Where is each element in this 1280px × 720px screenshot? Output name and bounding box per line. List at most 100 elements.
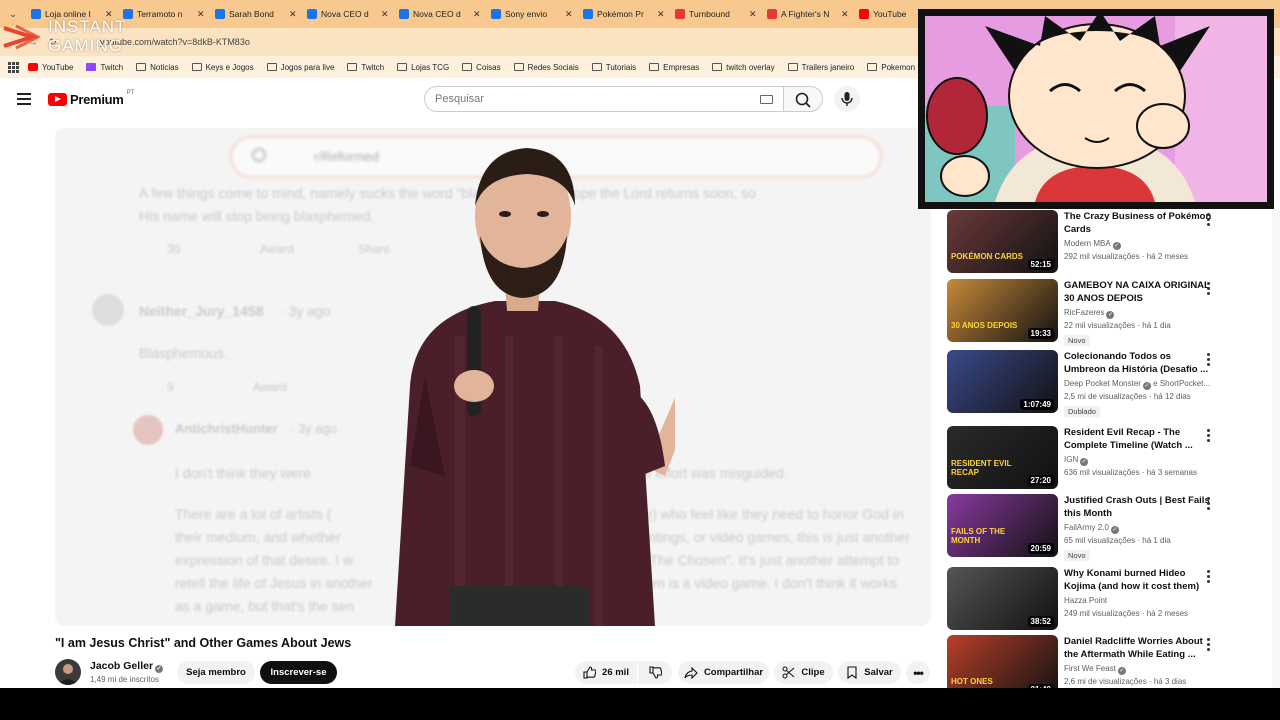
scrollbar[interactable]	[1272, 210, 1280, 688]
more-actions-button[interactable]: •••	[906, 661, 930, 684]
bookmark-item[interactable]: YouTube	[28, 63, 73, 72]
video-thumbnail[interactable]: FAILS OF THE MONTH 20:59	[947, 494, 1058, 557]
tab-close-icon[interactable]: ✕	[657, 9, 665, 20]
bookmark-item[interactable]: Keys e Jogos	[191, 63, 254, 72]
keyboard-icon[interactable]	[760, 95, 773, 104]
related-video-channel[interactable]: Modern MBA ✓	[1064, 239, 1121, 250]
related-video-item[interactable]: HOT ONES 21:40 Daniel Radcliffe Worries Ab…	[947, 635, 1237, 688]
clip-button[interactable]: Clipe	[774, 661, 833, 684]
related-video-title[interactable]: Justified Crash Outs | Best Fails this M…	[1064, 494, 1214, 520]
search-input[interactable]: Pesquisar	[424, 86, 784, 112]
voice-search-button[interactable]	[834, 86, 860, 112]
dislike-button[interactable]	[638, 661, 672, 684]
browser-tab[interactable]: Sony envio ✕	[486, 3, 578, 25]
bookmark-item[interactable]: Trailers janeiro	[787, 63, 854, 72]
related-video-channel[interactable]: IGN ✓	[1064, 455, 1089, 466]
bookmark-item[interactable]: Empresas	[649, 63, 699, 72]
related-video-item[interactable]: RESIDENT EVIL RECAP 27:20 Resident Evil Re…	[947, 426, 1237, 492]
tab-title: A Fighter's N	[781, 9, 830, 19]
video-thumbnail[interactable]: 30 ANOS DEPOIS 19:33	[947, 279, 1058, 342]
related-video-channel[interactable]: FailArmy 2.0 ✓	[1064, 523, 1119, 534]
related-video-channel[interactable]: Deep Pocket Monster ✓ e ShortPocket...	[1064, 379, 1210, 390]
more-options-icon[interactable]	[1207, 429, 1210, 442]
video-player[interactable]: r/Reformed reformed A few things come to…	[55, 128, 931, 626]
browser-tab[interactable]: Pokémon Pr ✕	[578, 3, 670, 25]
related-video-item[interactable]: POKÉMON CARDS 52:15 The Crazy Business of …	[947, 210, 1237, 276]
bookmark-item[interactable]: Redes Sociais	[513, 63, 579, 72]
tab-close-icon[interactable]: ✕	[289, 9, 297, 20]
tab-title: Turnbound	[689, 9, 730, 19]
browser-tab[interactable]: Sarah Bond ✕	[210, 3, 302, 25]
browser-tab[interactable]: Turnbound ✕	[670, 3, 762, 25]
related-video-title[interactable]: Daniel Radcliffe Worries About the After…	[1064, 635, 1214, 661]
channel-name[interactable]: Jacob Geller ✓	[90, 660, 164, 673]
tab-title: Nova CEO d	[321, 9, 369, 19]
related-video-title[interactable]: Resident Evil Recap - The Complete Timel…	[1064, 426, 1214, 452]
related-video-title[interactable]: Colecionando Todos os Umbreon da Históri…	[1064, 350, 1214, 376]
thumbnail-text: HOT ONES	[951, 677, 993, 686]
bookmark-item[interactable]: Coisas	[462, 63, 501, 72]
tab-close-icon[interactable]: ✕	[565, 9, 573, 20]
video-bg-time: · 3y ago	[290, 421, 337, 436]
related-video-item[interactable]: 38:52 Why Konami burned Hideo Kojima (and…	[947, 567, 1237, 633]
tab-close-icon[interactable]: ✕	[473, 9, 481, 20]
apps-grid-icon[interactable]	[8, 62, 19, 73]
related-video-item[interactable]: FAILS OF THE MONTH 20:59 Justified Crash O…	[947, 494, 1237, 561]
bookmark-item[interactable]: Pokemon	[867, 63, 915, 72]
related-video-channel[interactable]: First We Feast ✓	[1064, 664, 1126, 675]
more-options-icon[interactable]	[1207, 213, 1210, 226]
share-button[interactable]: Compartilhar	[678, 661, 769, 684]
tab-favicon-icon	[675, 9, 685, 19]
video-duration: 21:40	[1027, 684, 1054, 688]
menu-icon[interactable]	[17, 93, 31, 105]
video-thumbnail[interactable]: 38:52	[947, 567, 1058, 630]
tab-close-icon[interactable]: ✕	[749, 9, 757, 20]
related-video-title[interactable]: GAMEBOY NA CAIXA ORIGINAL 30 ANOS DEPOIS	[1064, 279, 1214, 305]
related-video-title[interactable]: Why Konami burned Hideo Kojima (and how …	[1064, 567, 1214, 593]
bookmark-item[interactable]: Jogos para live	[266, 63, 334, 72]
video-thumbnail[interactable]: 1:07:49	[947, 350, 1058, 413]
bookmark-item[interactable]: Lojas TCG	[397, 63, 449, 72]
like-count: 26 mil	[602, 667, 629, 678]
browser-tab[interactable]: Nova CEO d ✕	[302, 3, 394, 25]
bookmark-label: YouTube	[42, 62, 74, 72]
search-button[interactable]	[783, 86, 823, 112]
youtube-icon	[28, 63, 38, 71]
tab-close-icon[interactable]: ✕	[197, 9, 205, 20]
video-thumbnail[interactable]: HOT ONES 21:40	[947, 635, 1058, 688]
browser-tab[interactable]: A Fighter's N ✕	[762, 3, 854, 25]
tab-close-icon[interactable]: ✕	[381, 9, 389, 20]
related-video-item[interactable]: 30 ANOS DEPOIS 19:33 GAMEBOY NA CAIXA ORIG…	[947, 279, 1237, 346]
more-options-icon[interactable]	[1207, 282, 1210, 295]
more-options-icon[interactable]	[1207, 497, 1210, 510]
related-video-item[interactable]: 1:07:49 Colecionando Todos os Umbreon da …	[947, 350, 1237, 417]
save-button[interactable]: Salvar	[838, 661, 901, 684]
bookmark-item[interactable]: Noticias	[136, 63, 179, 72]
browser-tab[interactable]: Nova CEO d ✕	[394, 3, 486, 25]
tab-close-icon[interactable]: ✕	[841, 9, 849, 20]
video-bg-text: There are a lot of artists (	[175, 506, 332, 522]
tab-favicon-icon	[583, 9, 593, 19]
more-options-icon[interactable]	[1207, 570, 1210, 583]
folder-icon	[266, 63, 277, 71]
bookmark-label: Lojas TCG	[411, 62, 450, 72]
more-options-icon[interactable]	[1207, 638, 1210, 651]
video-thumbnail[interactable]: RESIDENT EVIL RECAP 27:20	[947, 426, 1058, 489]
search-placeholder: Pesquisar	[435, 93, 484, 105]
related-video-channel[interactable]: Hazza Point	[1064, 596, 1107, 605]
bookmark-item[interactable]: Tutoriais	[591, 63, 636, 72]
subscribe-button[interactable]: Inscrever-se	[260, 661, 337, 684]
bookmark-item[interactable]: Twitch	[86, 63, 123, 72]
related-video-title[interactable]: The Crazy Business of Pokémon Cards	[1064, 210, 1214, 236]
channel-avatar[interactable]	[55, 659, 81, 685]
folder-icon	[397, 63, 408, 71]
like-button[interactable]: 26 mil	[575, 661, 637, 684]
more-options-icon[interactable]	[1207, 353, 1210, 366]
thumbnail-text: POKÉMON CARDS	[951, 252, 1024, 261]
related-video-channel[interactable]: RicFazeres ✓	[1064, 308, 1115, 319]
video-thumbnail[interactable]: POKÉMON CARDS 52:15	[947, 210, 1058, 273]
bookmark-item[interactable]: twitch overlay	[712, 63, 775, 72]
join-button[interactable]: Seja membro	[177, 661, 255, 684]
bookmark-item[interactable]: Twitch	[347, 63, 384, 72]
youtube-premium-logo[interactable]: Premium PT	[48, 90, 134, 107]
